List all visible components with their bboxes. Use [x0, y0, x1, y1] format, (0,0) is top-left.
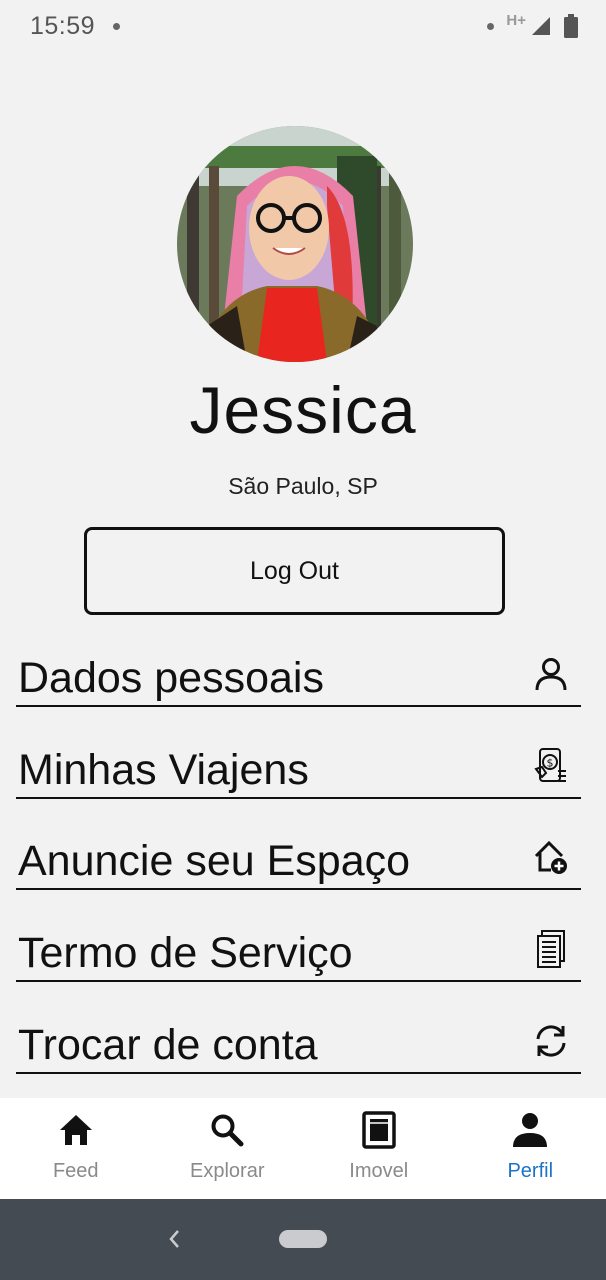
logout-button[interactable]: Log Out: [84, 527, 505, 615]
nav-item-perfil[interactable]: Perfil: [455, 1098, 606, 1199]
home-icon: [59, 1110, 93, 1150]
nav-label: Perfil: [507, 1160, 554, 1182]
status-right: H+: [487, 11, 578, 38]
back-icon[interactable]: [164, 1225, 184, 1258]
profile-avatar[interactable]: [177, 126, 413, 362]
menu-item-label: Trocar de conta: [18, 1020, 318, 1069]
menu-item-anuncie-seu-espaco[interactable]: Anuncie seu Espaço: [16, 800, 581, 890]
menu-item-minhas-viajens[interactable]: Minhas Viajens $: [16, 709, 581, 799]
notification-dot-icon: [113, 22, 121, 30]
status-left: 15:59: [30, 11, 121, 41]
menu-item-trocar-de-conta[interactable]: Trocar de conta: [16, 984, 581, 1074]
bottom-navigation: Feed Explorar Imovel Perfil: [0, 1098, 606, 1199]
nav-label: Explorar: [190, 1160, 265, 1182]
search-icon: [210, 1110, 244, 1150]
svg-text:$: $: [547, 757, 554, 770]
person-icon: [531, 654, 571, 694]
menu-item-dados-pessoais[interactable]: Dados pessoais: [16, 617, 581, 707]
nav-label: Imovel: [349, 1160, 409, 1182]
menu-item-label: Minhas Viajens: [18, 745, 309, 794]
menu-item-termo-de-servico[interactable]: Termo de Serviço: [16, 892, 581, 982]
home-pill-button[interactable]: [279, 1230, 327, 1248]
menu-item-label: Termo de Serviço: [18, 928, 353, 977]
nav-item-imovel[interactable]: Imovel: [303, 1098, 455, 1199]
document-icon: [531, 929, 571, 969]
battery-icon: [564, 14, 578, 38]
profile-name: Jessica: [189, 373, 417, 447]
phone-money-icon: $: [531, 746, 571, 786]
nav-item-explorar[interactable]: Explorar: [152, 1098, 304, 1199]
nav-label: Feed: [52, 1160, 99, 1182]
status-bar: 15:59 H+: [0, 0, 606, 52]
status-dot-icon: [487, 22, 495, 30]
refresh-icon: [531, 1021, 571, 1061]
nav-item-feed[interactable]: Feed: [0, 1098, 152, 1199]
person-icon: [512, 1110, 548, 1150]
signal-icon: [532, 17, 550, 35]
system-navigation-bar: [0, 1199, 606, 1280]
house-add-icon: [531, 837, 571, 877]
menu-item-label: Dados pessoais: [18, 653, 324, 702]
building-icon: [362, 1110, 396, 1150]
menu-item-label: Anuncie seu Espaço: [18, 836, 411, 885]
profile-location: São Paulo, SP: [228, 473, 378, 499]
network-type-label: H+: [506, 11, 526, 29]
status-time: 15:59: [30, 11, 96, 40]
